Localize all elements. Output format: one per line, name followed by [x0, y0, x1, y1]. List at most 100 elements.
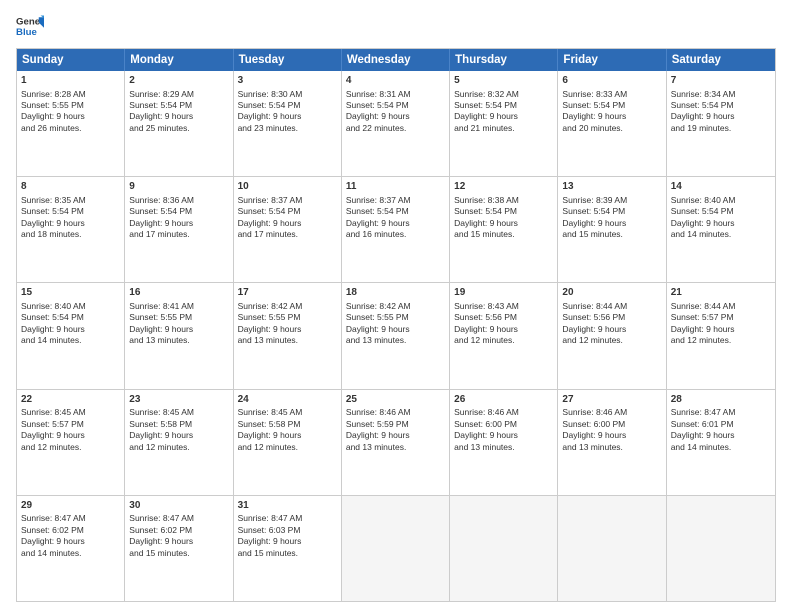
empty-cell — [342, 496, 450, 601]
sunrise-text: Sunrise: 8:31 AM — [346, 89, 411, 99]
day-number: 28 — [671, 393, 771, 407]
day-cell-31: 31Sunrise: 8:47 AM Sunset: 6:03 PMDayligh… — [234, 496, 342, 601]
day-number: 9 — [129, 180, 228, 194]
daylight-text: Daylight: 9 hoursand 14 minutes. — [671, 218, 735, 239]
sunset-text: Sunset: 6:02 PM — [129, 525, 192, 535]
day-cell-11: 11Sunrise: 8:37 AMSunset: 5:54 PMDayligh… — [342, 177, 450, 282]
sunrise-text: Sunrise: 8:35 AM — [21, 195, 86, 205]
day-cell-12: 12Sunrise: 8:38 AMSunset: 5:54 PMDayligh… — [450, 177, 558, 282]
daylight-text: Daylight: 9 hoursand 12 minutes. — [454, 324, 518, 345]
day-number: 13 — [562, 180, 661, 194]
logo: General Blue — [16, 12, 48, 40]
daylight-text: Daylight: 9 hoursand 15 minutes. — [238, 536, 302, 557]
daylight-text: Daylight: 9 hoursand 16 minutes. — [346, 218, 410, 239]
day-cell-23: 23Sunrise: 8:45 AMSunset: 5:58 PMDayligh… — [125, 390, 233, 495]
day-cell-30: 30Sunrise: 8:47 AMSunset: 6:02 PMDayligh… — [125, 496, 233, 601]
day-number: 7 — [671, 74, 771, 88]
day-number: 5 — [454, 74, 553, 88]
daylight-text: Daylight: 9 hoursand 14 minutes. — [21, 324, 85, 345]
day-cell-7: 7Sunrise: 8:34 AMSunset: 5:54 PMDaylight… — [667, 71, 775, 176]
day-cell-2: 2Sunrise: 8:29 AMSunset: 5:54 PMDaylight… — [125, 71, 233, 176]
header-day-wednesday: Wednesday — [342, 49, 450, 71]
daylight-text: Daylight: 9 hoursand 22 minutes. — [346, 111, 410, 132]
sunset-text: Sunset: 6:00 PM — [454, 419, 517, 429]
day-cell-25: 25Sunrise: 8:46 AMSunset: 5:59 PMDayligh… — [342, 390, 450, 495]
daylight-text: Daylight: 9 hoursand 19 minutes. — [671, 111, 735, 132]
day-cell-4: 4Sunrise: 8:31 AMSunset: 5:54 PMDaylight… — [342, 71, 450, 176]
header-day-friday: Friday — [558, 49, 666, 71]
day-number: 23 — [129, 393, 228, 407]
week-row-5: 29Sunrise: 8:47 AMSunset: 6:02 PMDayligh… — [17, 496, 775, 601]
day-number: 6 — [562, 74, 661, 88]
sunset-text: Sunset: 5:57 PM — [671, 312, 734, 322]
day-cell-1: 1Sunrise: 8:28 AMSunset: 5:55 PMDaylight… — [17, 71, 125, 176]
sunrise-text: Sunrise: 8:46 AM — [454, 407, 519, 417]
day-number: 4 — [346, 74, 445, 88]
day-number: 3 — [238, 74, 337, 88]
day-cell-16: 16Sunrise: 8:41 AMSunset: 5:55 PMDayligh… — [125, 283, 233, 388]
sunset-text: Sunset: 5:54 PM — [346, 100, 409, 110]
sunrise-text: Sunrise: 8:47 AM — [671, 407, 736, 417]
day-cell-13: 13Sunrise: 8:39 AMSunset: 5:54 PMDayligh… — [558, 177, 666, 282]
header-day-thursday: Thursday — [450, 49, 558, 71]
daylight-text: Daylight: 9 hoursand 13 minutes. — [562, 430, 626, 451]
sunrise-text: Sunrise: 8:45 AM — [238, 407, 303, 417]
header: General Blue — [16, 12, 776, 40]
sunrise-text: Sunrise: 8:29 AM — [129, 89, 194, 99]
sunset-text: Sunset: 5:56 PM — [562, 312, 625, 322]
day-cell-18: 18Sunrise: 8:42 AMSunset: 5:55 PMDayligh… — [342, 283, 450, 388]
calendar-body: 1Sunrise: 8:28 AMSunset: 5:55 PMDaylight… — [17, 71, 775, 601]
day-cell-21: 21Sunrise: 8:44 AMSunset: 5:57 PMDayligh… — [667, 283, 775, 388]
sunset-text: Sunset: 5:54 PM — [346, 206, 409, 216]
daylight-text: Daylight: 9 hoursand 14 minutes. — [21, 536, 85, 557]
daylight-text: Daylight: 9 hoursand 17 minutes. — [129, 218, 193, 239]
day-number: 31 — [238, 499, 337, 513]
daylight-text: Daylight: 9 hoursand 12 minutes. — [21, 430, 85, 451]
day-cell-27: 27Sunrise: 8:46 AMSunset: 6:00 PMDayligh… — [558, 390, 666, 495]
empty-cell — [450, 496, 558, 601]
sunrise-text: Sunrise: 8:38 AM — [454, 195, 519, 205]
daylight-text: Daylight: 9 hoursand 13 minutes. — [454, 430, 518, 451]
header-day-monday: Monday — [125, 49, 233, 71]
day-cell-22: 22Sunrise: 8:45 AMSunset: 5:57 PMDayligh… — [17, 390, 125, 495]
sunset-text: Sunset: 5:54 PM — [562, 206, 625, 216]
sunset-text: Sunset: 5:56 PM — [454, 312, 517, 322]
day-number: 26 — [454, 393, 553, 407]
calendar: SundayMondayTuesdayWednesdayThursdayFrid… — [16, 48, 776, 602]
day-number: 24 — [238, 393, 337, 407]
sunset-text: Sunset: 5:54 PM — [21, 206, 84, 216]
day-cell-28: 28Sunrise: 8:47 AMSunset: 6:01 PMDayligh… — [667, 390, 775, 495]
sunset-text: Sunset: 6:02 PM — [21, 525, 84, 535]
sunrise-text: Sunrise: 8:33 AM — [562, 89, 627, 99]
day-cell-29: 29Sunrise: 8:47 AMSunset: 6:02 PMDayligh… — [17, 496, 125, 601]
sunset-text: Sunset: 5:54 PM — [454, 206, 517, 216]
daylight-text: Daylight: 9 hoursand 12 minutes. — [671, 324, 735, 345]
daylight-text: Daylight: 9 hoursand 21 minutes. — [454, 111, 518, 132]
day-cell-10: 10Sunrise: 8:37 AMSunset: 5:54 PMDayligh… — [234, 177, 342, 282]
sunset-text: Sunset: 6:03 PM — [238, 525, 301, 535]
day-cell-6: 6Sunrise: 8:33 AMSunset: 5:54 PMDaylight… — [558, 71, 666, 176]
sunset-text: Sunset: 5:58 PM — [238, 419, 301, 429]
sunset-text: Sunset: 5:54 PM — [671, 100, 734, 110]
sunrise-text: Sunrise: 8:37 AM — [346, 195, 411, 205]
day-cell-15: 15Sunrise: 8:40 AMSunset: 5:54 PMDayligh… — [17, 283, 125, 388]
sunrise-text: Sunrise: 8:34 AM — [671, 89, 736, 99]
sunrise-text: Sunrise: 8:40 AM — [671, 195, 736, 205]
daylight-text: Daylight: 9 hoursand 13 minutes. — [346, 324, 410, 345]
sunset-text: Sunset: 5:55 PM — [21, 100, 84, 110]
sunrise-text: Sunrise: 8:28 AM — [21, 89, 86, 99]
empty-cell — [667, 496, 775, 601]
sunrise-text: Sunrise: 8:47 AM — [238, 513, 303, 523]
sunrise-text: Sunrise: 8:42 AM — [238, 301, 303, 311]
day-number: 19 — [454, 286, 553, 300]
day-cell-20: 20Sunrise: 8:44 AMSunset: 5:56 PMDayligh… — [558, 283, 666, 388]
day-cell-19: 19Sunrise: 8:43 AMSunset: 5:56 PMDayligh… — [450, 283, 558, 388]
daylight-text: Daylight: 9 hoursand 25 minutes. — [129, 111, 193, 132]
day-number: 18 — [346, 286, 445, 300]
sunset-text: Sunset: 5:54 PM — [129, 206, 192, 216]
day-cell-26: 26Sunrise: 8:46 AM Sunset: 6:00 PMDayligh… — [450, 390, 558, 495]
daylight-text: Daylight: 9 hoursand 18 minutes. — [21, 218, 85, 239]
day-number: 21 — [671, 286, 771, 300]
daylight-text: Daylight: 9 hoursand 13 minutes. — [346, 430, 410, 451]
header-day-sunday: Sunday — [17, 49, 125, 71]
